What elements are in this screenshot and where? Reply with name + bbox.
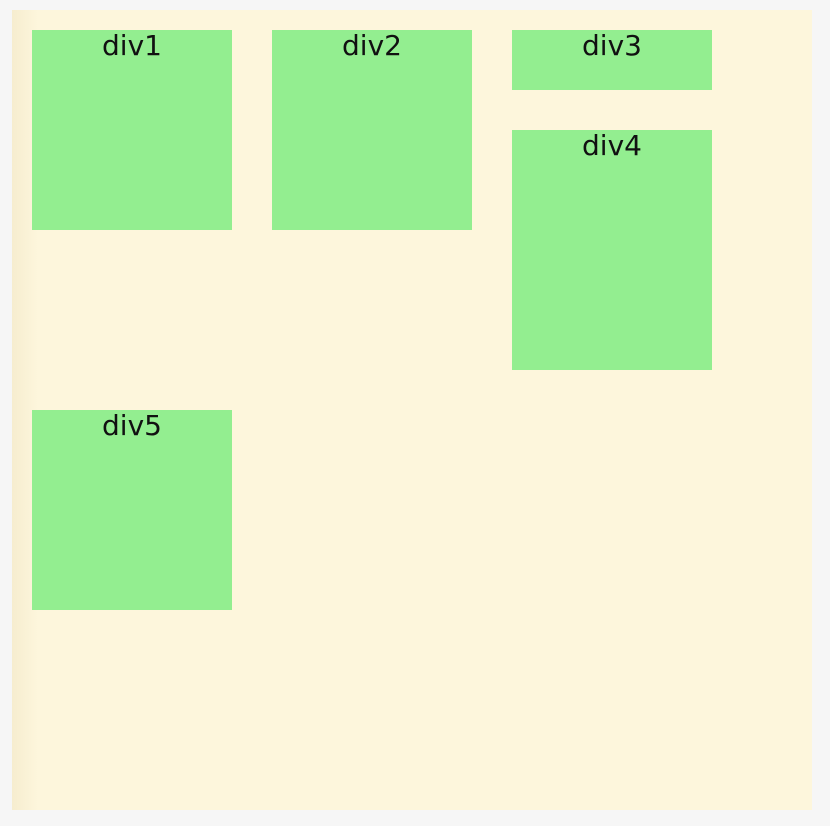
div4-label: div4 bbox=[582, 129, 642, 162]
div1-box: div1 bbox=[32, 30, 232, 230]
div5-box: div5 bbox=[32, 410, 232, 610]
div2-label: div2 bbox=[342, 29, 402, 62]
layout-container: div1 div2 div3 div4 div5 bbox=[12, 10, 812, 810]
div4-box: div4 bbox=[512, 130, 712, 370]
div3-box: div3 bbox=[512, 30, 712, 90]
div5-label: div5 bbox=[102, 409, 162, 442]
page: div1 div2 div3 div4 div5 bbox=[0, 0, 830, 826]
div3-label: div3 bbox=[582, 29, 642, 62]
div1-label: div1 bbox=[102, 29, 162, 62]
div2-box: div2 bbox=[272, 30, 472, 230]
